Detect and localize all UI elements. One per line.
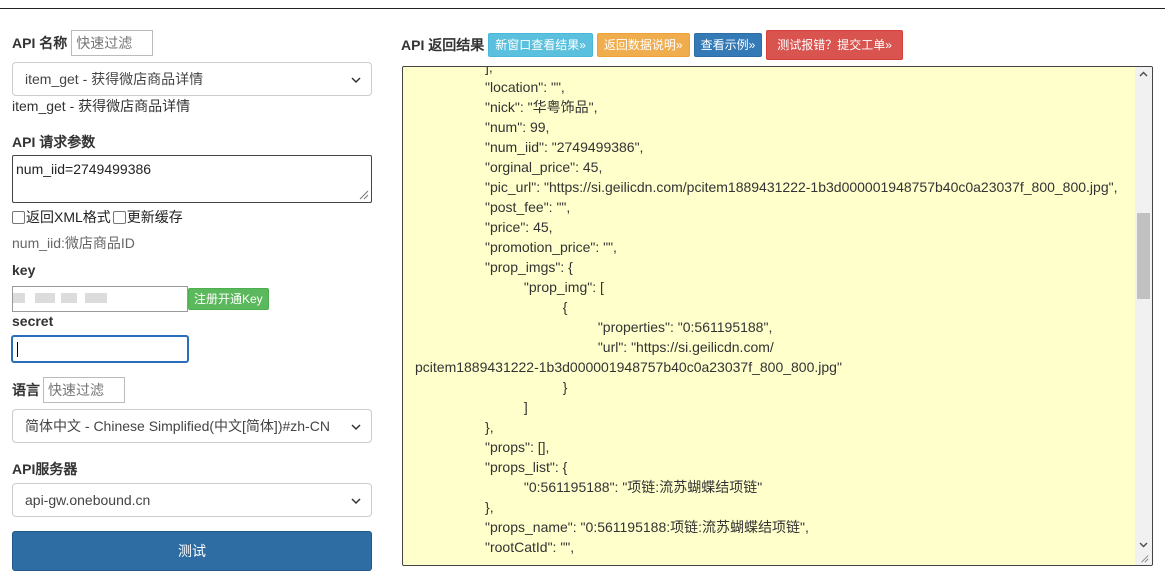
chevron-down-icon: [351, 498, 361, 505]
result-line: "properties": "0:561195188",: [415, 319, 773, 335]
result-line: "url": "https://si.geilicdn.com/: [415, 339, 774, 355]
view-example-button[interactable]: 查看示例»: [693, 33, 763, 57]
language-select[interactable]: 简体中文 - Chinese Simplified(中文[简体])#zh-CN: [12, 409, 372, 443]
test-button[interactable]: 测试: [12, 531, 372, 571]
checkbox-row: 返回XML格式 更新缓存: [12, 207, 183, 227]
server-select-value: api-gw.onebound.cn: [25, 492, 151, 508]
language-label: 语言: [12, 382, 40, 398]
result-code: ], "location": "", "nick": "华粤饰品", "num"…: [415, 66, 1135, 557]
masked-key-segment: [61, 293, 77, 303]
secret-input[interactable]: [11, 335, 189, 363]
register-key-button[interactable]: 注册开通Key: [188, 288, 269, 310]
result-line: "prop_img": [: [415, 279, 604, 295]
params-textarea-value: num_iid=2749499386: [16, 161, 152, 177]
chevron-down-icon: [351, 424, 361, 431]
cache-checkbox-label: 更新缓存: [126, 209, 183, 225]
result-line: "props_name": "0:561195188:项链:流苏蝴蝶结项链",: [415, 519, 809, 535]
result-line: }: [415, 379, 568, 395]
result-line: "location": "",: [415, 79, 565, 95]
result-line: "prop_imgs": {: [415, 259, 573, 275]
new-window-button[interactable]: 新窗口查看结果»: [488, 33, 593, 57]
resize-grip-icon[interactable]: [1139, 553, 1149, 563]
result-line: "orginal_price": 45,: [415, 159, 603, 175]
masked-key-segment: [35, 293, 55, 303]
cache-checkbox[interactable]: [112, 210, 126, 224]
result-line: "props_list": {: [415, 459, 568, 475]
report-error-button[interactable]: 测试报错？提交工单»: [766, 30, 903, 60]
result-line: "pic_url": "https://si.geilicdn.com/pcit…: [415, 179, 1118, 195]
result-line: },: [415, 419, 494, 435]
masked-key-segment: [13, 293, 25, 303]
result-line: "num_iid": "2749499386",: [415, 139, 644, 155]
api-name-label: API 名称: [12, 35, 68, 51]
server-select[interactable]: api-gw.onebound.cn: [12, 483, 372, 517]
chevron-down-icon: [351, 77, 361, 84]
result-line: "props": [],: [415, 439, 550, 455]
result-line: pcitem1889431222-1b3d000001948757b40c0a2…: [415, 359, 842, 375]
key-label: key: [12, 262, 36, 278]
result-line: ],: [415, 66, 493, 75]
language-filter-input[interactable]: [43, 377, 125, 403]
params-label: API 请求参数: [12, 134, 96, 150]
result-line: ]: [415, 399, 528, 415]
result-scrollbar[interactable]: [1135, 67, 1152, 565]
result-line: "price": 45,: [415, 219, 553, 235]
return-doc-button[interactable]: 返回数据说明»: [596, 33, 690, 57]
resize-grip-icon[interactable]: [357, 188, 369, 200]
xml-checkbox[interactable]: [12, 210, 25, 224]
xml-checkbox-label: 返回XML格式: [26, 209, 111, 225]
key-input[interactable]: [12, 286, 188, 312]
api-name-select-value: item_get - 获得微店商品详情: [25, 71, 204, 87]
secret-label: secret: [12, 313, 54, 329]
top-divider: [0, 8, 1165, 9]
scroll-down-arrow-icon[interactable]: [1139, 540, 1148, 549]
result-label: API 返回结果: [401, 37, 485, 53]
params-textarea[interactable]: num_iid=2749499386: [12, 155, 372, 203]
result-line: "num": 99,: [415, 119, 550, 135]
result-line: "0:561195188": "项链:流苏蝴蝶结项链": [415, 479, 763, 495]
result-line: {: [415, 299, 568, 315]
result-line: "rootCatId": "",: [415, 539, 575, 555]
api-name-filter-input[interactable]: [71, 30, 154, 56]
server-label: API服务器: [12, 461, 78, 477]
text-caret: [17, 342, 18, 357]
result-line: "nick": "华粤饰品",: [415, 99, 598, 115]
result-line: },: [415, 499, 494, 515]
api-description: item_get - 获得微店商品详情: [12, 98, 191, 114]
language-select-value: 简体中文 - Chinese Simplified(中文[简体])#zh-CN: [25, 418, 330, 434]
result-header: API 返回结果 新窗口查看结果» 返回数据说明» 查看示例» 测试报错？提交工…: [401, 30, 907, 60]
result-textarea[interactable]: ], "location": "", "nick": "华粤饰品", "num"…: [402, 66, 1153, 566]
param-hint: num_iid:微店商品ID: [12, 235, 135, 251]
masked-key-segment: [85, 293, 107, 303]
api-name-select[interactable]: item_get - 获得微店商品详情: [12, 62, 372, 96]
scrollbar-thumb[interactable]: [1137, 213, 1150, 299]
result-line: "post_fee": "",: [415, 199, 571, 215]
result-line: "promotion_price": "",: [415, 239, 617, 255]
scroll-up-arrow-icon[interactable]: [1139, 70, 1148, 79]
